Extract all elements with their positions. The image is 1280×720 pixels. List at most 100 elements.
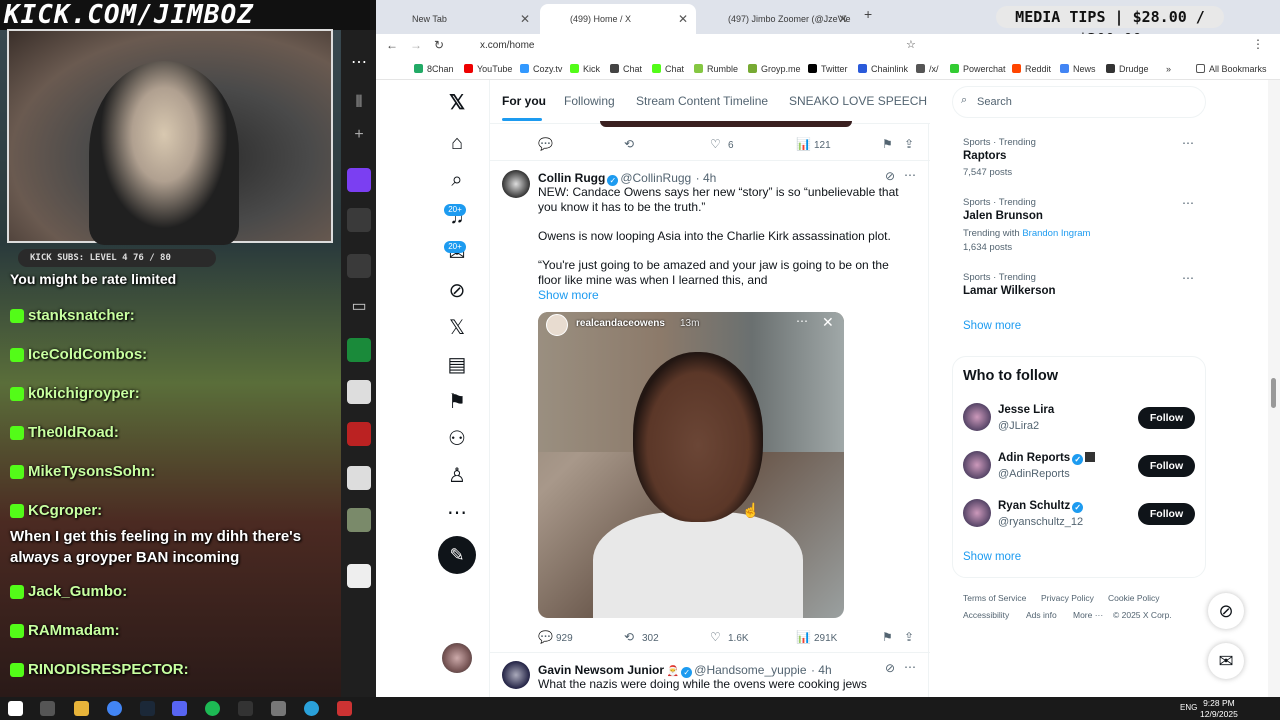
new-tab-icon[interactable]: + [864,6,872,22]
bookmarks-overflow-icon[interactable]: » [1166,58,1171,80]
footer-link[interactable]: Cookie Policy [1108,593,1160,603]
footer-link[interactable]: Accessibility [963,610,1009,620]
more-icon[interactable]: ⋯ [347,52,371,76]
follow-button[interactable]: Follow [1138,503,1195,525]
tab-sneako-love-speech[interactable]: SNEAKO LOVE SPEECH [789,94,927,108]
bookmark-button[interactable]: ⚑ [882,630,900,644]
user-name[interactable]: Adin Reports ✓ [998,452,1096,465]
tab-stream-content-timeline[interactable]: Stream Content Timeline [636,94,768,108]
author-handle[interactable]: @Handsome_yuppie [694,663,806,677]
tweet-video[interactable]: realcandaceowens 13m ⋯ ✕ ☝ [538,312,844,618]
app-icon[interactable] [347,380,371,404]
app-icon[interactable] [271,701,286,716]
tab-jimbo-zoomer[interactable]: (497) Jimbo Zoomer (@JzeVie ✕ [698,4,856,34]
search-icon[interactable]: ⌕ [446,169,468,191]
follow-show-more-link[interactable]: Show more [963,551,1021,563]
grok-icon[interactable]: ⊘ [885,169,895,183]
more-icon[interactable]: ⋯ [1182,271,1195,285]
footer-link[interactable]: Terms of Service [963,593,1026,603]
bookmark[interactable]: Chainlink [858,58,908,80]
tab-for-you[interactable]: For you [502,94,546,108]
like-button[interactable]: ♡ 1.6K [710,630,749,644]
bookmark[interactable]: Chat [610,58,642,80]
profile-icon[interactable]: ♙ [446,465,468,487]
lists-icon[interactable]: ▤ [446,354,468,376]
bookmark[interactable]: Reddit [1012,58,1051,80]
url-input[interactable]: x.com/home [456,36,956,56]
trend-related-link[interactable]: Brandon Ingram [1022,228,1090,239]
footer-link[interactable]: Privacy Policy [1041,593,1094,603]
account-avatar[interactable] [442,643,472,673]
trend-title[interactable]: Raptors [963,150,1006,162]
bookmark[interactable]: YouTube [464,58,512,80]
scrollbar[interactable] [1268,80,1280,697]
spotify-icon[interactable] [205,701,220,716]
bookmark[interactable]: Chat [652,58,684,80]
reply-button[interactable]: 💬 [538,137,556,151]
user-handle[interactable]: @ryanschultz_12 [998,516,1083,528]
communities-icon[interactable]: ⚇ [446,428,468,450]
footer-link[interactable]: Ads info [1026,610,1057,620]
author-handle[interactable]: @CollinRugg [620,171,691,185]
tweet-time[interactable]: · 4h [811,663,832,677]
compose-post-button[interactable]: ✎ [438,536,476,574]
author-avatar[interactable] [502,661,530,689]
clock[interactable]: 9:28 PM 12/9/2025 [1200,698,1238,720]
bookmark-button[interactable]: ⚑ [882,137,900,151]
bookmark[interactable]: Groyp.me [748,58,801,80]
close-icon[interactable]: ✕ [822,314,834,331]
author-name[interactable]: Collin Rugg [538,171,605,185]
tab-x-home[interactable]: (499) Home / X ✕ [540,4,696,34]
app-icon[interactable] [337,701,352,716]
tree-app-icon[interactable] [347,564,371,588]
user-handle[interactable]: @JLira2 [998,420,1039,432]
home-icon[interactable]: ⌂ [446,132,468,154]
folder-icon[interactable]: ▭ [347,296,371,320]
search-input[interactable]: Search [952,86,1206,118]
bookmark[interactable]: Cozy.tv [520,58,562,80]
heart-app-icon[interactable] [347,168,371,192]
close-icon[interactable]: ✕ [678,4,688,34]
more-icon[interactable]: ⋯ [446,502,468,524]
like-button[interactable]: ♡ 6 [710,137,734,151]
bookmark[interactable]: Drudge [1106,58,1149,80]
user-avatar[interactable] [963,403,991,431]
author-avatar[interactable] [502,170,530,198]
bookmark[interactable]: Twitter [808,58,848,80]
bookmark[interactable]: Kick [570,58,600,80]
bookmarks-icon[interactable]: ⚑ [446,391,468,413]
telegram-icon[interactable] [304,701,319,716]
trend-title[interactable]: Jalen Brunson [963,210,1043,222]
star-icon[interactable]: ☆ [906,38,916,51]
bookmark[interactable]: Powerchat [950,58,1006,80]
user-name[interactable]: Jesse Lira [998,404,1054,416]
show-more-link[interactable]: Show more [538,288,914,303]
tweet-time[interactable]: · 4h [696,171,717,185]
share-button[interactable]: ⇪ [904,137,922,151]
user-name[interactable]: Ryan Schultz ✓ [998,500,1085,513]
more-icon[interactable]: ⋯ [904,660,916,674]
app-icon[interactable] [347,508,371,532]
more-icon[interactable]: ⋯ [904,168,916,182]
all-bookmarks[interactable]: All Bookmarks [1196,58,1267,80]
bookmark-app-icon[interactable] [347,338,371,362]
x-logo-icon[interactable]: 𝕏 [446,92,468,114]
messages-float-icon[interactable]: ✉ [1208,643,1244,679]
task-view-icon[interactable] [40,701,55,716]
views-button[interactable]: 📊 291K [796,630,837,644]
file-explorer-icon[interactable] [74,701,89,716]
user-avatar[interactable] [963,451,991,479]
chrome-icon[interactable] [107,701,122,716]
close-icon[interactable]: ✕ [838,4,848,34]
app-icon[interactable] [347,254,371,278]
plus-icon[interactable]: + [347,126,371,150]
trends-show-more-link[interactable]: Show more [963,320,1021,332]
back-icon[interactable]: ← [386,38,398,52]
bookmark[interactable]: News [1060,58,1096,80]
more-icon[interactable]: ⋯ [1182,196,1195,210]
app-icon[interactable] [347,208,371,232]
tree-app-icon[interactable] [347,466,371,490]
views-button[interactable]: 📊 121 [796,137,831,151]
bookmark[interactable]: 8Chan [414,58,454,80]
share-button[interactable]: ⇪ [904,630,922,644]
